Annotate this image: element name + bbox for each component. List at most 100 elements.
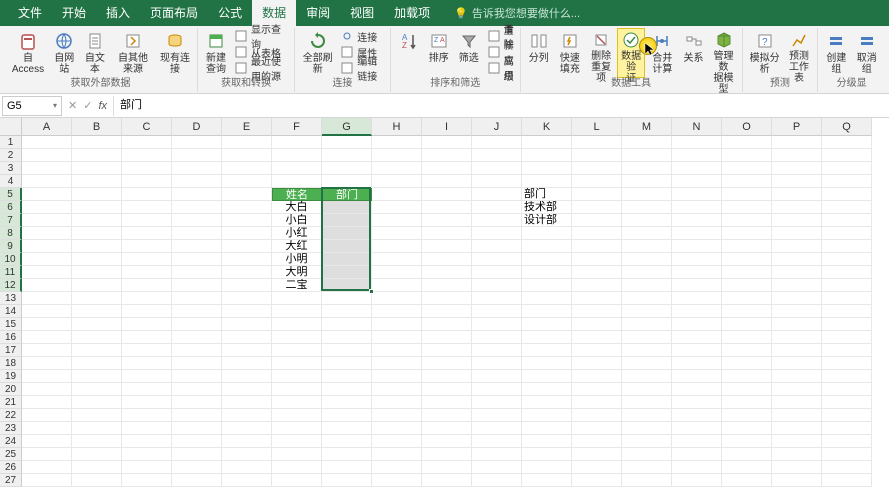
cell[interactable]: [422, 318, 472, 331]
cell[interactable]: [322, 175, 372, 188]
cell[interactable]: [722, 357, 772, 370]
row-header[interactable]: 5: [0, 188, 22, 201]
ribbon-button[interactable]: 合并计算: [647, 28, 677, 78]
cell[interactable]: 大明: [272, 266, 322, 279]
cell[interactable]: [572, 240, 622, 253]
cell[interactable]: [372, 149, 422, 162]
cell[interactable]: [472, 357, 522, 370]
row-header[interactable]: 4: [0, 175, 22, 188]
menu-tab-4[interactable]: 公式: [208, 0, 252, 26]
cell[interactable]: [722, 292, 772, 305]
cell[interactable]: [322, 370, 372, 383]
cell[interactable]: [172, 162, 222, 175]
cell[interactable]: [122, 292, 172, 305]
cell[interactable]: 小白: [272, 214, 322, 227]
cell[interactable]: [22, 331, 72, 344]
cell[interactable]: [622, 422, 672, 435]
cell[interactable]: [372, 266, 422, 279]
cell[interactable]: [22, 253, 72, 266]
cell[interactable]: [572, 188, 622, 201]
cell[interactable]: [572, 448, 622, 461]
cell[interactable]: [472, 461, 522, 474]
cell[interactable]: [172, 266, 222, 279]
cell[interactable]: [172, 188, 222, 201]
cell[interactable]: [72, 240, 122, 253]
cell[interactable]: [722, 344, 772, 357]
cell[interactable]: [72, 344, 122, 357]
cell[interactable]: [572, 305, 622, 318]
cell[interactable]: [572, 136, 622, 149]
cell[interactable]: [72, 188, 122, 201]
cell[interactable]: [622, 331, 672, 344]
cell[interactable]: [822, 448, 872, 461]
ribbon-button[interactable]: ZA排序: [425, 28, 453, 78]
cell[interactable]: [772, 214, 822, 227]
cell[interactable]: [722, 240, 772, 253]
cell[interactable]: [772, 435, 822, 448]
cell[interactable]: [772, 201, 822, 214]
cell[interactable]: [672, 162, 722, 175]
cell[interactable]: [122, 396, 172, 409]
name-box[interactable]: G5 ▾: [2, 96, 62, 116]
select-all-corner[interactable]: [0, 118, 22, 136]
cell[interactable]: [822, 422, 872, 435]
cell[interactable]: [172, 240, 222, 253]
cell[interactable]: [772, 461, 822, 474]
cell[interactable]: [772, 253, 822, 266]
cell[interactable]: [222, 448, 272, 461]
cell[interactable]: [322, 357, 372, 370]
cell[interactable]: [272, 318, 322, 331]
cell[interactable]: [822, 279, 872, 292]
cell[interactable]: [72, 253, 122, 266]
cell[interactable]: [472, 266, 522, 279]
cell[interactable]: [22, 383, 72, 396]
cell[interactable]: [72, 357, 122, 370]
cell[interactable]: [722, 279, 772, 292]
fill-handle[interactable]: [369, 289, 374, 294]
cell[interactable]: [572, 201, 622, 214]
cell[interactable]: [122, 383, 172, 396]
cell[interactable]: [672, 292, 722, 305]
cell[interactable]: [272, 474, 322, 487]
cell[interactable]: [222, 344, 272, 357]
cell[interactable]: [472, 448, 522, 461]
cell[interactable]: [372, 175, 422, 188]
cell[interactable]: [22, 370, 72, 383]
cell[interactable]: [22, 201, 72, 214]
cell[interactable]: [322, 318, 372, 331]
cell[interactable]: [522, 253, 572, 266]
cell[interactable]: [322, 461, 372, 474]
cell[interactable]: [172, 422, 222, 435]
cell[interactable]: [822, 461, 872, 474]
cell[interactable]: [622, 435, 672, 448]
cell[interactable]: [72, 292, 122, 305]
cell[interactable]: [772, 136, 822, 149]
cell[interactable]: [122, 240, 172, 253]
cell[interactable]: [622, 292, 672, 305]
column-header[interactable]: Q: [822, 118, 872, 136]
cell[interactable]: [522, 357, 572, 370]
cell[interactable]: [622, 214, 672, 227]
cell[interactable]: [822, 149, 872, 162]
cell[interactable]: [222, 409, 272, 422]
row-header[interactable]: 14: [0, 305, 22, 318]
tell-me-search[interactable]: 💡 告诉我您想要做什么...: [454, 5, 580, 21]
cell[interactable]: [22, 448, 72, 461]
cell[interactable]: 大红: [272, 240, 322, 253]
cell[interactable]: [672, 227, 722, 240]
cell[interactable]: [472, 474, 522, 487]
cell[interactable]: [822, 136, 872, 149]
cell[interactable]: [572, 370, 622, 383]
cell[interactable]: [322, 383, 372, 396]
cell[interactable]: [572, 214, 622, 227]
cell[interactable]: [72, 370, 122, 383]
cell[interactable]: [272, 331, 322, 344]
cell[interactable]: [172, 227, 222, 240]
cell[interactable]: [772, 162, 822, 175]
cell[interactable]: [822, 396, 872, 409]
cell[interactable]: [22, 357, 72, 370]
ribbon-button[interactable]: ?模拟分析: [747, 28, 783, 78]
cell[interactable]: [72, 214, 122, 227]
cell[interactable]: [372, 318, 422, 331]
cell[interactable]: [22, 240, 72, 253]
